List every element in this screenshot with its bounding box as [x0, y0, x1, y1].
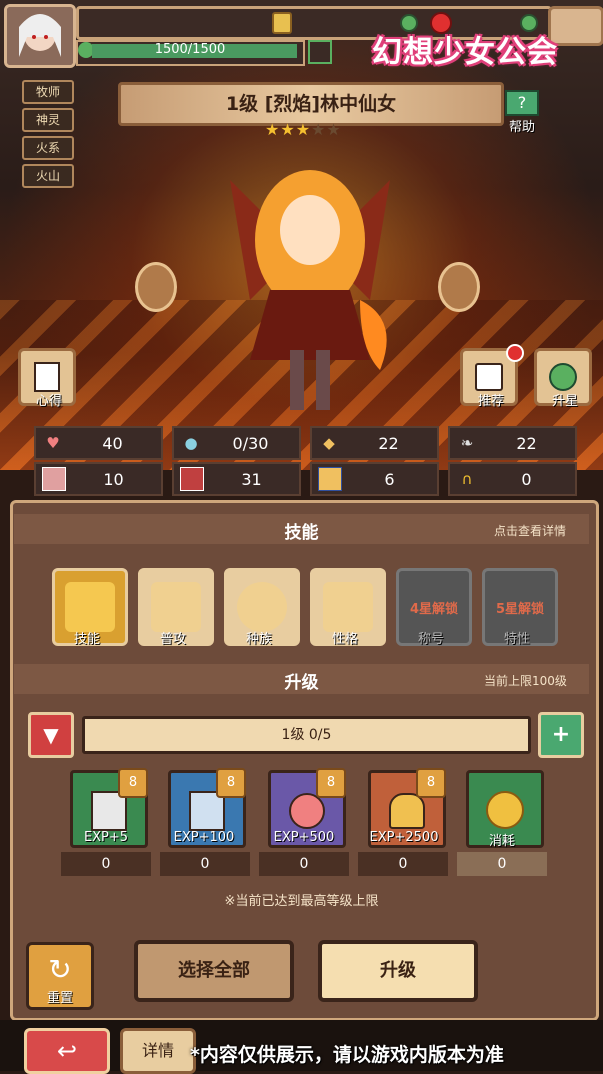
- scroll-icon: [318, 467, 342, 491]
- stat-value: 0: [521, 469, 532, 489]
- increase-level-button[interactable]: +: [538, 712, 584, 758]
- help-icon: ?: [505, 90, 539, 116]
- shield-icon: ◆: [323, 434, 335, 452]
- lock-text: 5星解锁: [495, 601, 545, 617]
- exp-item-count: 0: [160, 852, 250, 876]
- stat-magic: 31: [172, 462, 301, 496]
- skill-label: 特性: [503, 632, 530, 647]
- decrease-level-button[interactable]: ▼: [28, 712, 74, 758]
- insight-button[interactable]: 心得: [18, 348, 80, 409]
- exp-item-badge: 8: [316, 768, 346, 798]
- star-empty-icon: ★: [311, 120, 327, 139]
- next-hero-button[interactable]: [438, 262, 480, 312]
- stat-hp: ♥ 40: [34, 426, 163, 460]
- star-up-button[interactable]: 升星: [534, 348, 596, 409]
- peach-icon: [289, 793, 325, 829]
- skills-section-hint: 点击查看详情: [494, 524, 567, 538]
- prev-hero-button[interactable]: [135, 262, 177, 312]
- details-button[interactable]: 详情: [120, 1028, 196, 1074]
- max-level-note: ※当前已达到最高等级上限: [224, 894, 379, 909]
- tag-class: 牧师: [22, 80, 74, 104]
- exp-item-label: EXP+5: [83, 830, 129, 845]
- back-arrow-icon: ↩: [56, 1037, 78, 1065]
- stat-value: 22: [378, 433, 399, 453]
- exp-item-count: 0: [259, 852, 349, 876]
- back-button[interactable]: ↩: [24, 1028, 110, 1074]
- skill-label: 称号: [417, 632, 444, 647]
- select-all-button[interactable]: 选择全部: [134, 940, 294, 1002]
- reset-button[interactable]: ↻ 重置: [26, 942, 94, 1010]
- race-emblem-icon: [237, 582, 287, 632]
- player-avatar[interactable]: [4, 4, 76, 68]
- exp-item-count: 0: [61, 852, 151, 876]
- tag-race: 神灵: [22, 108, 74, 132]
- exp-item-badge: 8: [416, 768, 446, 798]
- horseshoe-icon: ∩: [461, 470, 473, 488]
- heart-emblem-icon: [65, 582, 115, 632]
- stat-attack: 10: [34, 462, 163, 496]
- stat-value: 40: [102, 433, 123, 453]
- stat-value: 10: [103, 469, 124, 489]
- star-rating: ★★★★★: [265, 120, 342, 139]
- fist-icon: [42, 467, 66, 491]
- hero-sprite: [230, 170, 390, 410]
- insight-label: 心得: [35, 394, 62, 409]
- game-logo: 幻想少女公会: [372, 35, 558, 70]
- skill-label: 性格: [331, 632, 358, 647]
- cross-emblem-icon: [323, 582, 373, 632]
- exp-item-label: EXP+500: [273, 830, 335, 845]
- skill-label: 普攻: [159, 632, 186, 647]
- lamp-icon: [389, 793, 425, 829]
- water-drop-icon: ●: [184, 434, 198, 452]
- exp-item-label: EXP+2500: [369, 830, 439, 845]
- exp-item-badge: 8: [118, 768, 148, 798]
- wing-icon: ❧: [460, 434, 474, 452]
- down-arrow-icon: ▼: [43, 723, 59, 747]
- star-icon: ★: [295, 120, 312, 139]
- star-empty-icon: ★: [326, 120, 342, 139]
- star-icon: ★: [265, 120, 281, 139]
- stat-value: 31: [241, 469, 262, 489]
- lock-text: 4星解锁: [409, 601, 459, 617]
- star-icon: ★: [280, 120, 296, 139]
- stat-speed: ❧ 22: [448, 426, 577, 460]
- upgrade-section-hint: 当前上限100级: [484, 674, 567, 688]
- notification-dot: [506, 344, 524, 362]
- stat-value: 22: [516, 433, 537, 453]
- recommend-button[interactable]: 推荐: [460, 344, 524, 409]
- tag-element: 火系: [22, 136, 74, 160]
- help-label: 帮助: [508, 120, 535, 135]
- skill-label: 种族: [245, 632, 272, 647]
- stat-defense: ◆ 22: [310, 426, 439, 460]
- exp-item-count: 0: [358, 852, 448, 876]
- reset-label: 重置: [46, 991, 73, 1006]
- disclaimer-text: *内容仅供展示，请以游戏内版本为准: [190, 1044, 504, 1066]
- heart-emblem-icon: [151, 582, 201, 632]
- heart-icon: ♥: [46, 434, 60, 452]
- plus-icon: +: [551, 722, 571, 747]
- cost-item-count: 0: [457, 852, 547, 876]
- coin-icon: [486, 791, 524, 829]
- exp-item-label: EXP+100: [173, 830, 235, 845]
- tag-region: 火山: [22, 164, 74, 188]
- cost-item-label: 消耗: [488, 834, 515, 849]
- stat-value: 0/30: [232, 433, 269, 453]
- skill-label: 技能: [73, 632, 100, 647]
- book-icon: [180, 467, 204, 491]
- stat-mana: ● 0/30: [172, 426, 301, 460]
- gold-coin-icon: [272, 12, 292, 34]
- star-up-label: 升星: [551, 394, 578, 409]
- help-button[interactable]: ? 帮助: [500, 90, 544, 135]
- stat-value: 6: [384, 469, 395, 489]
- stat-luck: ∩ 0: [448, 462, 577, 496]
- stat-resist: 6: [310, 462, 439, 496]
- recommend-label: 推荐: [477, 394, 504, 409]
- clover-add-icon[interactable]: [308, 40, 332, 64]
- exp-item-badge: 8: [216, 768, 246, 798]
- upgrade-button[interactable]: 升级: [318, 940, 478, 1002]
- hp-text: 1500/1500: [154, 42, 226, 57]
- level-progress: 1级 0/5: [82, 716, 531, 754]
